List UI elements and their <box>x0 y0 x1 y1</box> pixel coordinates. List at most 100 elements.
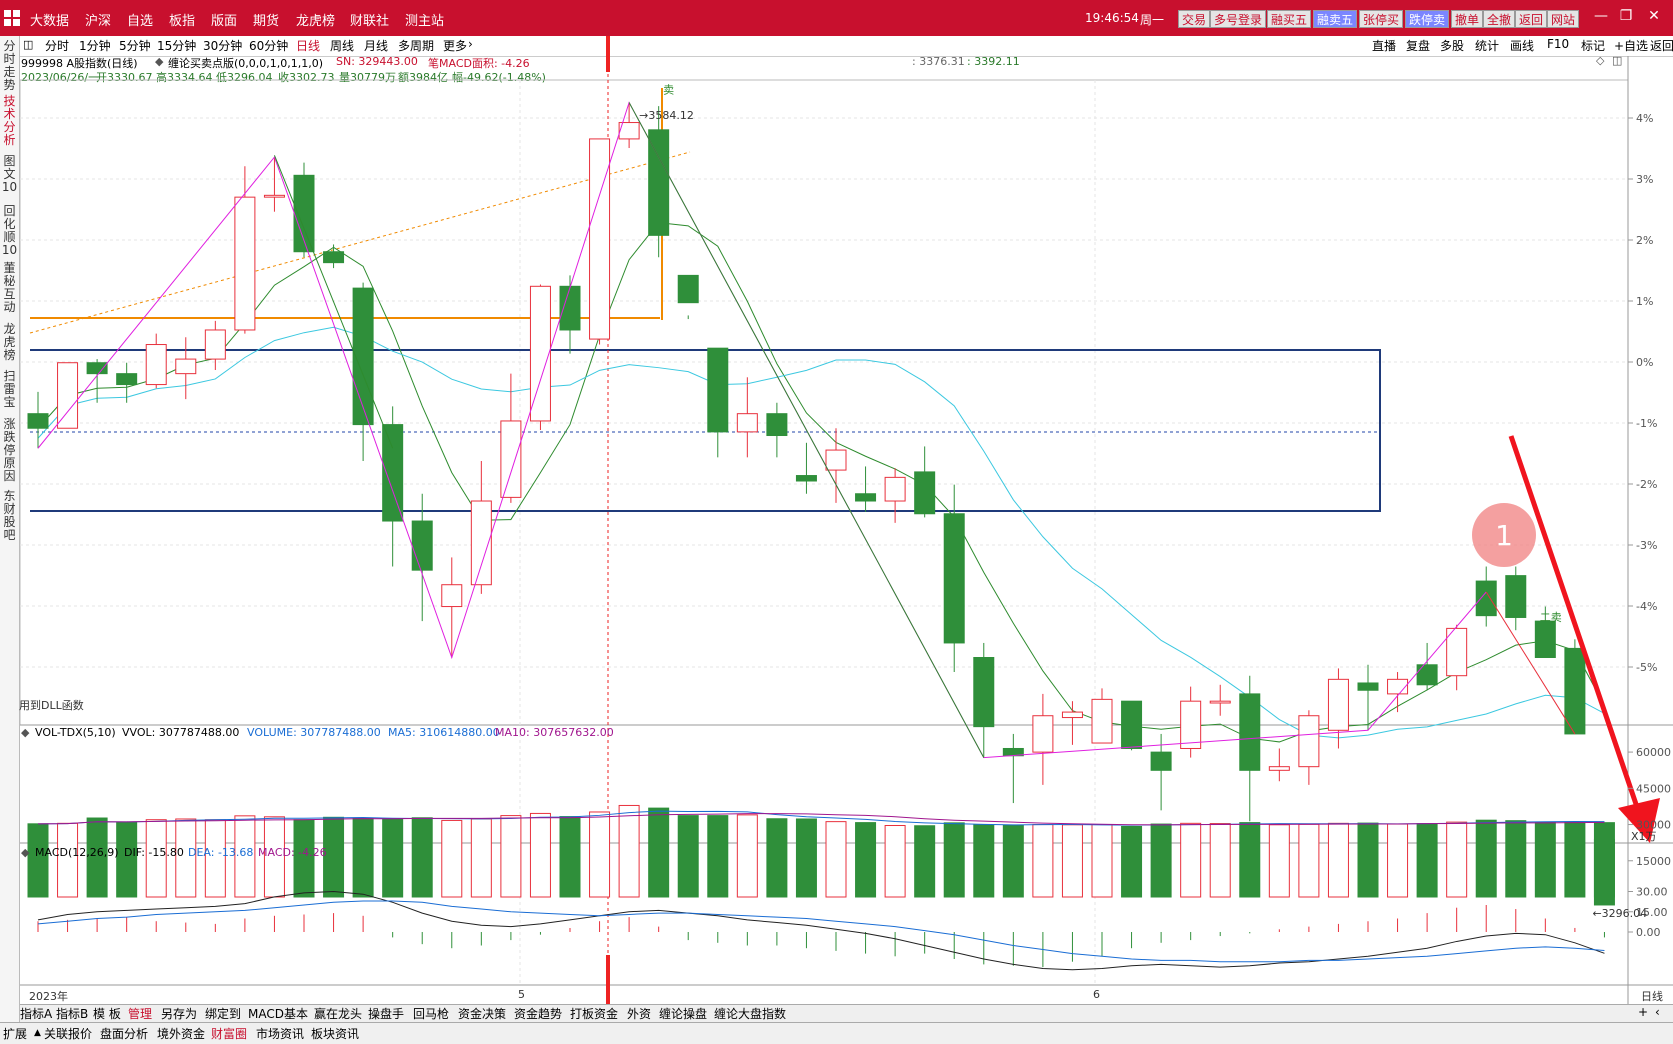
tab-macd-basic[interactable]: MACD基本 <box>248 1005 308 1022</box>
page-tab-expand[interactable]: 扩展 <box>3 1025 27 1042</box>
macd-dea-line <box>37 900 1605 963</box>
candle-body <box>382 424 404 522</box>
candle-body <box>175 358 197 375</box>
volume-bar <box>411 817 433 898</box>
volume-bar <box>1564 821 1586 898</box>
candle-body <box>736 413 758 433</box>
macd-dif-value: DIF: -15.80 <box>124 846 184 859</box>
vol-unit-label: X1万 <box>1631 830 1657 843</box>
caret-up-icon[interactable]: ▲ <box>34 1028 41 1038</box>
x-label-may: 5 <box>518 988 525 1001</box>
candle <box>175 337 197 400</box>
candle-body <box>914 471 936 515</box>
candle <box>116 362 138 403</box>
volume-bar <box>825 821 847 898</box>
macd-axis-label: 0.00 <box>1636 926 1661 939</box>
kline-chart[interactable]: 4%3%2%1%0%-1%-2%-3%-4%-5%→3584.12卖二卖←329… <box>0 0 1673 1043</box>
candle-body <box>1268 766 1290 771</box>
candle-body <box>766 413 788 437</box>
page-tab-related[interactable]: 关联报价 <box>44 1025 92 1042</box>
candle <box>323 244 345 269</box>
volume-bar <box>618 804 640 898</box>
candle <box>1475 566 1497 627</box>
candle <box>441 557 463 658</box>
candle <box>1268 748 1290 782</box>
volume-bar <box>1298 823 1320 898</box>
macd-axis-label: 15.00 <box>1636 906 1668 919</box>
red-arrow-shaft <box>1508 435 1641 811</box>
volume-bar <box>1032 824 1054 898</box>
candle-body <box>441 584 463 608</box>
volume-bar <box>382 818 404 898</box>
candle <box>1327 668 1349 749</box>
tab-indicator-b[interactable]: 指标B <box>56 1005 88 1022</box>
candle-body <box>204 329 226 360</box>
candle-body <box>411 520 433 571</box>
tab-leader[interactable]: 赢在龙头 <box>314 1005 362 1022</box>
vol-axis-label: 45000 <box>1636 782 1671 795</box>
tab-foreign[interactable]: 外资 <box>627 1005 651 1022</box>
tab-fund-decision[interactable]: 资金决策 <box>458 1005 506 1022</box>
candle-body <box>973 657 995 728</box>
vol-axis-label: 15000 <box>1636 855 1671 868</box>
vol-indicator-name[interactable]: VOL-TDX(5,10) <box>35 726 116 739</box>
candle-body <box>145 344 167 386</box>
add-tab-icon[interactable]: + <box>1638 1005 1648 1019</box>
page-tabs-bar <box>0 1022 1673 1044</box>
candle-body <box>1061 711 1083 719</box>
dll-note: 用到DLL函数 <box>19 699 84 712</box>
candle <box>1032 693 1054 785</box>
macd-axis-label: 30.00 <box>1636 886 1668 899</box>
candle <box>470 460 492 594</box>
candle-body <box>1327 678 1349 731</box>
page-tab-market-analysis[interactable]: 盘面分析 <box>100 1025 148 1042</box>
candle <box>1387 672 1409 713</box>
candle <box>914 446 936 518</box>
tab-bind[interactable]: 绑定到 <box>205 1005 241 1022</box>
tab-template[interactable]: 模 板 <box>93 1005 121 1022</box>
candle-body <box>1180 700 1202 749</box>
tab-manage[interactable]: 管理 <box>128 1005 152 1022</box>
tab-trader[interactable]: 操盘手 <box>368 1005 404 1022</box>
candle <box>648 106 670 258</box>
candle <box>234 166 256 334</box>
page-tab-market-news[interactable]: 市场资讯 <box>256 1025 304 1042</box>
volume-bar <box>1416 823 1438 898</box>
tab-chan-trade[interactable]: 缠论操盘 <box>659 1005 707 1022</box>
candle <box>57 362 79 429</box>
candle <box>1209 684 1231 716</box>
volume-bar <box>1268 824 1290 898</box>
candle-body <box>323 251 345 264</box>
volume-bar <box>795 818 817 898</box>
candle-body <box>500 420 522 498</box>
volume-bar <box>1209 823 1231 898</box>
tabs-scroll-icon[interactable]: ‹ <box>1655 1005 1660 1019</box>
tab-indicator-a[interactable]: 指标A <box>20 1005 52 1022</box>
page-tab-wealth-circle[interactable]: 财富圈 <box>211 1025 247 1042</box>
volume-bar <box>677 815 699 898</box>
candle-body <box>57 362 79 429</box>
vol-ma5-value: MA5: 310614880.00 <box>388 726 500 739</box>
tab-huimaqiang[interactable]: 回马枪 <box>413 1005 449 1022</box>
candle-body <box>677 274 699 304</box>
candle-body <box>1416 664 1438 686</box>
volume-bar <box>500 815 522 898</box>
tab-chan-index[interactable]: 缠论大盘指数 <box>714 1005 786 1022</box>
candle <box>943 484 965 673</box>
right-axis-label: -3% <box>1636 539 1657 552</box>
volume-bar <box>766 818 788 898</box>
tab-fund-trend[interactable]: 资金趋势 <box>514 1005 562 1022</box>
volume-bar <box>1387 823 1409 898</box>
vol-panel-icon: ◆ <box>21 726 30 739</box>
macd-indicator-name[interactable]: MACD(12,26,9) <box>35 846 119 859</box>
page-tab-overseas[interactable]: 境外资金 <box>157 1025 205 1042</box>
candle <box>1061 701 1083 745</box>
tab-save-as[interactable]: 另存为 <box>161 1005 197 1022</box>
tab-limit-fund[interactable]: 打板资金 <box>570 1005 618 1022</box>
volume-bar <box>116 821 138 898</box>
candle-body <box>589 138 611 340</box>
candle-body <box>27 413 49 429</box>
page-tab-sector-news[interactable]: 板块资讯 <box>311 1025 359 1042</box>
candle-body <box>884 476 906 502</box>
candle-body <box>1475 580 1497 617</box>
